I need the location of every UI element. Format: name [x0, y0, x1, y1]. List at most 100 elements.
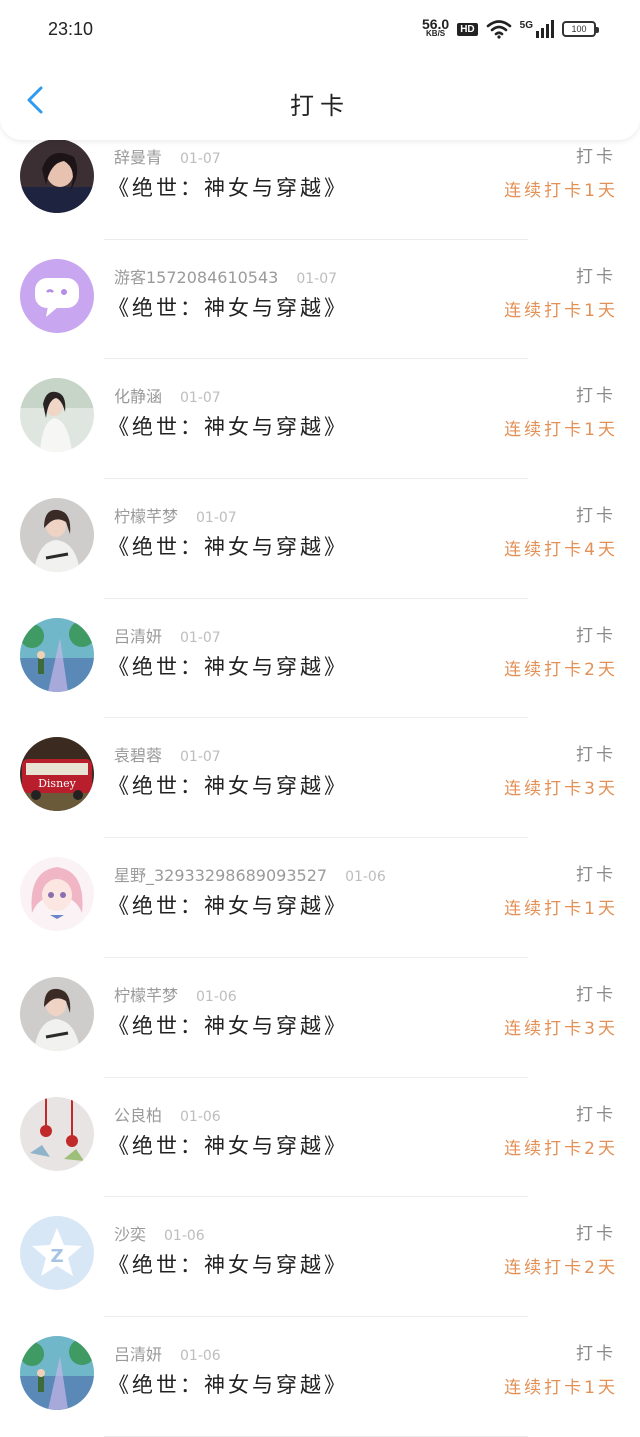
checkin-label: 打卡: [576, 1343, 616, 1364]
streak-text: 连续打卡2天: [504, 1258, 618, 1279]
streak-text: 连续打卡1天: [504, 420, 618, 441]
checkin-label: 打卡: [576, 506, 616, 527]
streak-text: 连续打卡2天: [504, 659, 618, 680]
list-item[interactable]: 游客1572084610543 01-07 《绝世：神女与穿越》 打卡连续打卡1天: [0, 240, 640, 360]
book-title[interactable]: 《绝世：神女与穿越》: [108, 172, 348, 202]
net-speed-value: 56.0: [421, 16, 450, 32]
book-title[interactable]: 《绝世：神女与穿越》: [108, 531, 348, 561]
battery-icon: 100: [562, 21, 599, 37]
book-title[interactable]: 《绝世：神女与穿越》: [108, 651, 348, 681]
list-item[interactable]: Disney 袁碧蓉 01-07 《绝世：神女与穿越》 打卡连续打卡3天: [0, 718, 640, 839]
list-item[interactable]: Z 沙奕 01-06 《绝世：神女与穿越》 打卡连续打卡2天: [0, 1197, 640, 1317]
user-meta: 柠檬芊梦 01-07: [114, 503, 237, 527]
avatar[interactable]: [20, 378, 94, 453]
avatar[interactable]: [20, 498, 94, 573]
net-speed-unit: KB/S: [426, 29, 446, 38]
book-title[interactable]: 《绝世：神女与穿越》: [108, 411, 348, 441]
user-name[interactable]: 化静涵: [114, 387, 162, 406]
list-item[interactable]: 柠檬芊梦 01-06 《绝世：神女与穿越》 打卡 连续打卡3天: [0, 958, 640, 1078]
checkin-label: 打卡: [576, 745, 616, 766]
user-name[interactable]: 辞曼青: [114, 148, 162, 167]
streak-text: 连续打卡1天: [504, 300, 618, 321]
user-name[interactable]: 游客1572084610543: [114, 268, 278, 287]
wifi-icon: [486, 20, 511, 39]
streak-text: 连续打卡1天: [504, 181, 618, 201]
user-meta: 游客1572084610543 01-07: [114, 264, 337, 288]
checkin-label: 打卡: [576, 984, 616, 1005]
list-item[interactable]: 柠檬芊梦 01-07 《绝世：神女与穿越》 打卡连续打卡4天: [0, 479, 640, 599]
user-name[interactable]: 吕清妍: [114, 627, 162, 646]
avatar[interactable]: [20, 1096, 94, 1171]
checkin-date: 01-06: [180, 1347, 221, 1364]
book-title[interactable]: 《绝世：神女与穿越》: [108, 770, 348, 800]
avatar[interactable]: [20, 857, 94, 932]
list-item[interactable]: 吕清妍 01-06 《绝世：神女与穿越》 打卡连续打卡1天: [0, 1317, 640, 1437]
svg-text:Disney: Disney: [38, 777, 77, 790]
nav-bar: 打卡: [0, 58, 640, 140]
cell-signal-icon: 5G: [520, 20, 554, 38]
user-name[interactable]: 公良柏: [114, 1106, 162, 1125]
avatar[interactable]: [20, 139, 94, 213]
checkin-date: 01-07: [180, 749, 221, 766]
checkin-date: 01-07: [180, 629, 221, 646]
avatar[interactable]: [20, 617, 94, 692]
user-name[interactable]: 袁碧蓉: [114, 746, 162, 765]
streak-text: 连续打卡1天: [504, 899, 618, 920]
checkin-label: 打卡: [576, 147, 616, 167]
svg-text:Z: Z: [50, 1246, 63, 1267]
avatar[interactable]: Z: [20, 1216, 94, 1291]
streak-text: 连续打卡2天: [504, 1138, 618, 1159]
checkin-date: 01-07: [180, 151, 221, 167]
user-name[interactable]: 沙奕: [114, 1225, 146, 1244]
list-item[interactable]: 公良柏 01-06 《绝世：神女与穿越》 打卡连续打卡2天: [0, 1078, 640, 1198]
signal-label: 5G: [519, 20, 533, 31]
user-meta: 星野_32933298689093527 01-06: [114, 862, 386, 886]
checkin-date: 01-07: [296, 270, 338, 287]
net-speed: 56.0 KB/S: [421, 16, 450, 39]
book-title[interactable]: 《绝世：神女与穿越》: [108, 1249, 348, 1279]
list-item[interactable]: 吕清妍 01-07 《绝世：神女与穿越》 打卡连续打卡2天: [0, 599, 640, 719]
user-meta: 吕清妍 01-06: [114, 1341, 221, 1365]
streak-text: 连续打卡1天: [504, 1377, 618, 1398]
checkin-label: 打卡: [576, 266, 616, 287]
checkin-date: 01-07: [180, 390, 221, 407]
streak-text: 连续打卡3天: [504, 779, 618, 800]
user-meta: 吕清妍 01-07: [114, 623, 221, 647]
list-item[interactable]: 星野_32933298689093527 01-06 《绝世：神女与穿越》 打卡 连续打…: [0, 838, 640, 958]
user-meta: 辞曼青 01-07: [114, 144, 221, 168]
avatar[interactable]: [20, 1335, 94, 1410]
user-meta: 袁碧蓉 01-07: [114, 742, 221, 766]
user-name[interactable]: 柠檬芊梦: [114, 507, 178, 526]
user-name[interactable]: 星野_32933298689093527: [114, 866, 327, 885]
checkin-list: 辞曼青 01-07 《绝世：神女与穿越》 打卡 连续打卡1天 游客157208461054…: [0, 120, 640, 1437]
divider: [104, 1435, 528, 1437]
user-meta: 沙奕 01-06: [114, 1221, 205, 1245]
user-name[interactable]: 吕清妍: [114, 1345, 162, 1364]
hd-badge: HD: [457, 22, 478, 36]
checkin-label: 打卡: [576, 625, 616, 646]
book-title[interactable]: 《绝世：神女与穿越》: [108, 890, 348, 920]
status-icons: 56.0 KB/S HD 5G 100: [421, 16, 599, 39]
checkin-date: 01-07: [196, 510, 237, 527]
checkin-label: 打卡: [576, 1104, 616, 1125]
checkin-date: 01-06: [180, 1108, 221, 1125]
checkin-label: 打卡: [576, 386, 616, 407]
status-bar: 23:10 56.0 KB/S HD 5G 100: [0, 0, 640, 58]
avatar[interactable]: Disney: [20, 737, 94, 812]
user-meta: 柠檬芊梦 01-06: [114, 982, 237, 1006]
user-name[interactable]: 柠檬芊梦: [114, 986, 178, 1005]
book-title[interactable]: 《绝世：神女与穿越》: [108, 292, 348, 322]
checkin-date: 01-06: [164, 1228, 205, 1245]
checkin-date: 01-06: [196, 988, 237, 1005]
user-meta: 化静涵 01-07: [114, 383, 221, 407]
book-title[interactable]: 《绝世：神女与穿越》: [108, 1369, 348, 1399]
list-item[interactable]: 化静涵 01-07 《绝世：神女与穿越》 打卡连续打卡1天: [0, 359, 640, 480]
book-title[interactable]: 《绝世：神女与穿越》: [108, 1130, 348, 1160]
battery-level: 100: [571, 24, 587, 34]
avatar[interactable]: [20, 258, 94, 333]
status-time: 23:10: [48, 18, 94, 39]
avatar[interactable]: [20, 976, 94, 1051]
checkin-label: 打卡: [576, 1224, 616, 1245]
streak-text: 连续打卡4天: [504, 540, 618, 561]
book-title[interactable]: 《绝世：神女与穿越》: [108, 1010, 348, 1040]
